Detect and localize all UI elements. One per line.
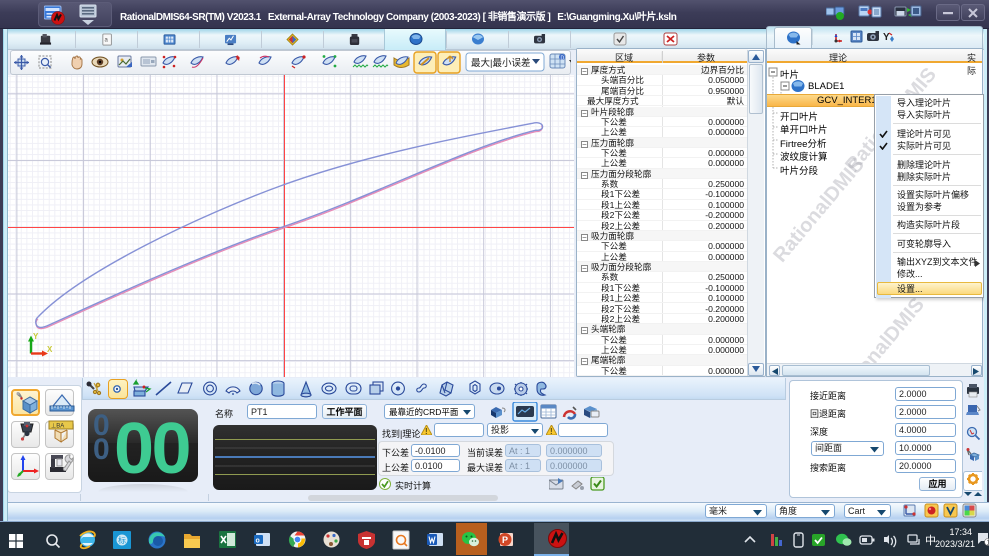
svg-text:P: P (502, 535, 508, 545)
svg-text:2023/3/21: 2023/3/21 (935, 539, 975, 549)
svg-text:17:34: 17:34 (949, 527, 972, 537)
svg-text:o: o (256, 538, 260, 545)
svg-text:⊥BA: ⊥BA (51, 423, 64, 430)
svg-text:标: 标 (118, 535, 126, 545)
